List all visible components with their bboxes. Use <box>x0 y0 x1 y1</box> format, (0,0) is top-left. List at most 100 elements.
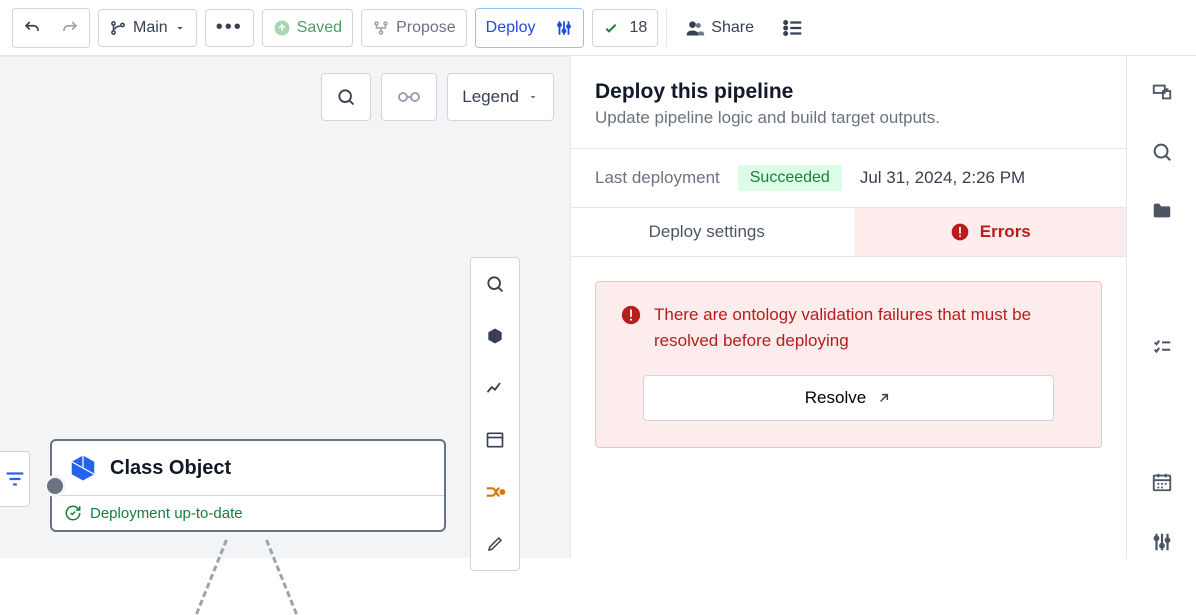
panel-subtitle: Update pipeline logic and build target o… <box>595 108 1102 128</box>
pencil-icon <box>486 535 504 553</box>
palette-search[interactable] <box>485 268 505 300</box>
line-chart-icon <box>485 378 505 398</box>
redo-button[interactable] <box>51 9 89 47</box>
alert-message-row: There are ontology validation failures t… <box>620 302 1077 353</box>
last-deployment-label: Last deployment <box>595 168 720 188</box>
chevron-down-icon <box>174 22 186 34</box>
link-icon <box>396 90 422 104</box>
branch-icon <box>109 19 127 37</box>
status-badge: Succeeded <box>738 165 842 191</box>
propose-button[interactable]: Propose <box>361 9 467 47</box>
merge-icon <box>484 481 506 503</box>
last-deployment-row: Last deployment Succeeded Jul 31, 2024, … <box>595 165 1102 191</box>
search-icon <box>1151 141 1173 163</box>
validation-count-number: 18 <box>629 19 647 37</box>
pipeline-node[interactable]: Class Object Deployment up-to-date <box>50 439 446 532</box>
node-status: Deployment up-to-date <box>52 495 444 530</box>
deploy-panel: Deploy this pipeline Update pipeline log… <box>570 56 1126 558</box>
branch-label: Main <box>133 19 168 37</box>
redo-icon <box>61 19 79 37</box>
palette-edit[interactable] <box>486 528 504 560</box>
saved-label: Saved <box>297 19 342 37</box>
cube-icon <box>68 453 98 483</box>
alert-message: There are ontology validation failures t… <box>654 302 1077 353</box>
validation-alert: There are ontology validation failures t… <box>595 281 1102 448</box>
edge-dashed <box>195 539 228 614</box>
folder-icon <box>1151 200 1173 222</box>
left-dock-handle[interactable] <box>0 451 30 507</box>
propose-label: Propose <box>396 19 456 37</box>
calendar-icon <box>1151 471 1173 493</box>
panel-header: Deploy this pipeline Update pipeline log… <box>595 80 1102 128</box>
list-button[interactable] <box>772 9 814 47</box>
canvas-link-button[interactable] <box>381 73 437 121</box>
last-deployment-time: Jul 31, 2024, 2:26 PM <box>860 168 1025 188</box>
rail-sliders-button[interactable] <box>1144 526 1180 558</box>
share-button[interactable]: Share <box>675 9 764 47</box>
resolve-label: Resolve <box>805 388 866 408</box>
deploy-group: Deploy <box>475 8 585 48</box>
checklist-icon <box>1151 336 1173 358</box>
divider <box>571 148 1126 149</box>
sliders-icon <box>1151 531 1173 553</box>
palette-merge[interactable] <box>484 476 506 508</box>
main: Legend Class Object Deployment up-to-dat… <box>0 56 1196 558</box>
refresh-check-icon <box>64 504 82 522</box>
error-icon <box>950 222 970 242</box>
deploy-label: Deploy <box>486 19 536 37</box>
propose-icon <box>372 19 390 37</box>
node-header: Class Object <box>52 441 444 495</box>
undo-icon <box>23 19 41 37</box>
tab-label: Errors <box>980 222 1031 242</box>
palette-panel[interactable] <box>485 424 505 456</box>
canvas-topbar: Legend <box>321 73 554 121</box>
people-icon <box>685 18 705 38</box>
chevron-down-icon <box>527 91 539 103</box>
search-icon <box>336 87 356 107</box>
toolbar: Main ••• Saved Propose Deploy 18 Share <box>0 0 1196 56</box>
canvas-area[interactable]: Legend Class Object Deployment up-to-dat… <box>0 56 570 558</box>
list-icon <box>782 17 804 39</box>
rail-flow-button[interactable] <box>1144 76 1180 108</box>
share-label: Share <box>711 19 754 37</box>
panel-tabs: Deploy settings Errors <box>571 207 1126 257</box>
branch-dropdown[interactable]: Main <box>98 9 197 47</box>
palette-cube[interactable] <box>485 320 505 352</box>
legend-label: Legend <box>462 87 519 107</box>
canvas-search-button[interactable] <box>321 73 371 121</box>
error-icon <box>620 304 642 326</box>
sliders-icon <box>555 19 573 37</box>
arrow-up-right-icon <box>876 390 892 406</box>
node-title: Class Object <box>110 457 231 480</box>
tab-deploy-settings[interactable]: Deploy settings <box>571 208 843 256</box>
rail-checklist-button[interactable] <box>1144 331 1180 363</box>
tab-label: Deploy settings <box>649 222 765 241</box>
flow-icon <box>1151 81 1173 103</box>
saved-indicator[interactable]: Saved <box>262 9 353 47</box>
rail-search-button[interactable] <box>1144 136 1180 168</box>
palette-chart[interactable] <box>485 372 505 404</box>
tab-errors[interactable]: Errors <box>855 208 1127 256</box>
ellipsis-icon: ••• <box>216 16 243 39</box>
panel-title: Deploy this pipeline <box>595 80 1102 104</box>
deploy-button[interactable]: Deploy <box>476 9 546 47</box>
undo-redo-group <box>12 8 90 48</box>
cube-icon <box>485 326 505 346</box>
filter-icon <box>4 468 26 490</box>
legend-dropdown[interactable]: Legend <box>447 73 554 121</box>
upload-check-icon <box>273 19 291 37</box>
more-button[interactable]: ••• <box>205 9 254 47</box>
deploy-settings-button[interactable] <box>545 9 583 47</box>
node-input-port[interactable] <box>44 475 66 497</box>
panel-icon <box>485 430 505 450</box>
check-icon <box>603 20 619 36</box>
rail-folder-button[interactable] <box>1144 196 1180 228</box>
validation-count[interactable]: 18 <box>592 9 658 47</box>
edge-dashed <box>265 539 298 614</box>
resolve-button[interactable]: Resolve <box>643 375 1054 421</box>
toolbar-divider <box>666 9 667 47</box>
rail-calendar-button[interactable] <box>1144 466 1180 498</box>
undo-button[interactable] <box>13 9 51 47</box>
search-icon <box>485 274 505 294</box>
canvas-tool-palette <box>470 257 520 571</box>
